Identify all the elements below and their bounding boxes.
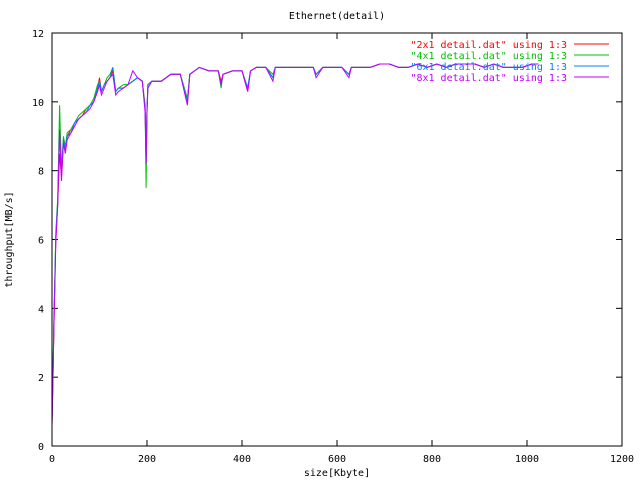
throughput-line-chart: Ethernet(detail) size[Kbyte] throughput[…	[0, 0, 640, 480]
legend-label-3: "6x1 detail.dat" using 1:3	[410, 62, 567, 73]
y-tick-label: 0	[38, 442, 44, 453]
y-tick-label: 10	[32, 98, 44, 109]
y-axis-label: throughput[MB/s]	[4, 191, 15, 287]
y-tick-label: 6	[38, 236, 44, 247]
y-tick-label: 4	[38, 304, 44, 315]
x-tick-label: 400	[233, 454, 251, 465]
y-tick-label: 2	[38, 373, 44, 384]
y-tick-label: 12	[32, 29, 44, 40]
x-axis-label: size[Kbyte]	[304, 468, 370, 479]
x-tick-label: 600	[328, 454, 346, 465]
x-tick-label: 1200	[610, 454, 634, 465]
legend-label-1: "2x1 detail.dat" using 1:3	[410, 40, 567, 51]
y-tick-label: 8	[38, 167, 44, 178]
x-tick-label: 0	[49, 454, 55, 465]
x-tick-label: 200	[138, 454, 156, 465]
legend-label-2: "4x1 detail.dat" using 1:3	[410, 51, 567, 62]
x-tick-label: 800	[423, 454, 441, 465]
legend-label-4: "8x1 detail.dat" using 1:3	[410, 73, 567, 84]
chart-title: Ethernet(detail)	[289, 11, 385, 22]
x-tick-label: 1000	[515, 454, 539, 465]
